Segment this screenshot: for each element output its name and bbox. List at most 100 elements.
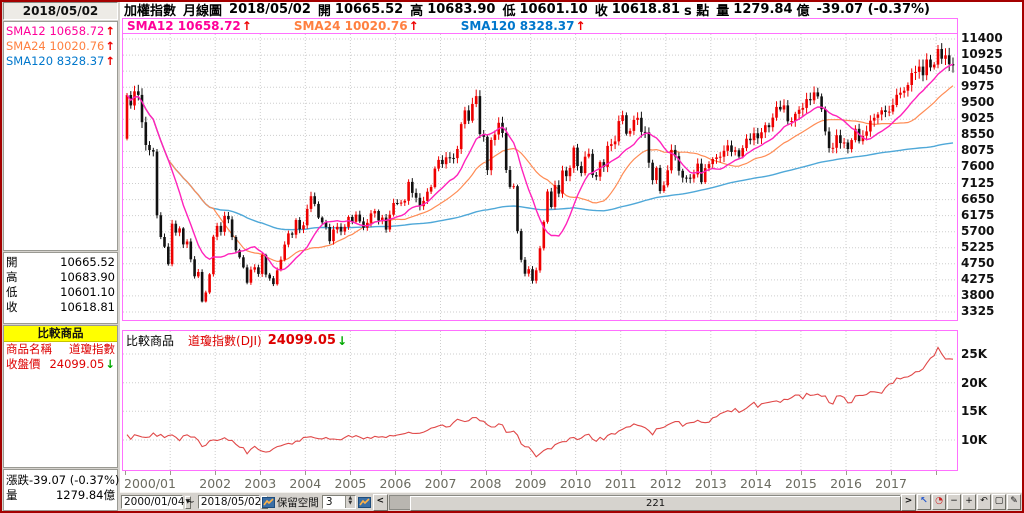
close-value: 10618.81	[60, 300, 115, 314]
clock-tool-button[interactable]: ◔	[932, 494, 946, 510]
status-bar: 2000/01/04 ▼ ~ 2018/05/02 ▼ 保留空間 3 ▲▼ < …	[120, 492, 1022, 511]
scrollbar-track[interactable]: 221	[388, 494, 901, 511]
x-axis-label: 2014	[739, 476, 772, 491]
range-start-dropdown[interactable]: 2000/01/04 ▼	[121, 495, 192, 509]
reserve-space-spinner[interactable]: 3 ▲ ▼	[321, 495, 356, 509]
sma-legend: SMA12 10658.72↑ SMA24 10020.76↑ SMA120 8…	[123, 19, 957, 34]
high-label: 高	[6, 270, 18, 284]
main-y-tick-label: 8550	[961, 127, 995, 141]
scroll-left-button[interactable]: <	[372, 493, 388, 511]
zoom-out-button[interactable]: −	[947, 494, 961, 510]
x-axis-tick	[440, 471, 442, 475]
range-end-dropdown[interactable]: 2018/05/02 ▼	[197, 495, 268, 509]
change-row: 漲跌 -39.07 (-0.37%)	[6, 473, 119, 488]
main-y-tick-label: 6175	[961, 208, 995, 222]
fit-view-button[interactable]: ▢	[992, 494, 1006, 510]
main-y-tick-label: 6650	[961, 192, 995, 206]
open-value: 10665.52	[60, 255, 115, 269]
down-arrow-icon: ↓	[336, 333, 348, 348]
change-label: 漲跌	[6, 473, 29, 487]
comparison-chart-panel[interactable]: 比較商品 道瓊指數(DJI) 24099.05 ↓	[122, 330, 958, 471]
x-axis-tick	[350, 471, 352, 475]
legend-sma12-value: 10658.72	[177, 19, 241, 33]
sma12-value: 10658.72	[49, 24, 105, 38]
spinner-arrows-icon[interactable]: ▲ ▼	[344, 496, 355, 508]
comparison-chart-header: 比較商品 道瓊指數(DJI) 24099.05 ↓	[126, 332, 347, 349]
volume-value: 1279.84億	[55, 488, 115, 502]
volume-row: 量 1279.84億	[6, 488, 115, 503]
comparison-title: 比較商品	[126, 334, 175, 348]
main-y-tick-label: 10450	[961, 63, 1003, 77]
volume-unit: 億	[796, 4, 810, 19]
x-axis-label: 2008	[469, 476, 502, 491]
comparison-name-value: 道瓊指數	[69, 342, 115, 356]
draw-tool-button[interactable]: ✎	[1007, 494, 1021, 510]
chart-shortcut-icon[interactable]	[261, 496, 275, 509]
main-chart-panel[interactable]: SMA12 10658.72↑ SMA24 10020.76↑ SMA120 8…	[122, 18, 958, 321]
main-y-tick-label: 7125	[961, 176, 995, 190]
low-value: 10601.10	[60, 285, 115, 299]
close-label: 收	[594, 4, 608, 19]
low-label: 低	[502, 4, 516, 19]
quote-date: 2018/05/02	[229, 2, 311, 17]
legend-sma24-label: SMA24	[293, 19, 341, 33]
main-y-tick-label: 8075	[961, 143, 995, 157]
range-start-value: 2000/01/04	[124, 496, 185, 508]
down-arrow-icon: ↓	[105, 357, 115, 371]
sidebar-sma-panel: SMA12 10658.72↑ SMA24 10020.76↑ SMA120 8…	[3, 21, 118, 251]
low-value: 10601.10	[519, 2, 588, 17]
x-axis-tick	[800, 471, 802, 475]
sma120-row: SMA120 8328.37↑	[6, 54, 115, 69]
up-arrow-icon: ↑	[105, 54, 115, 68]
comparison-instrument: 道瓊指數(DJI)	[188, 334, 262, 348]
legend-sma120-value: 8328.37	[519, 19, 575, 33]
sidebar-date-box[interactable]: 2018/05/02	[3, 2, 118, 20]
scrollbar-thumb[interactable]: 221	[410, 495, 901, 511]
open-value: 10665.52	[334, 2, 404, 17]
up-arrow-icon: ↑	[408, 19, 419, 33]
pointer-tool-button[interactable]: ↖	[917, 494, 931, 510]
x-axis-tick	[305, 471, 307, 475]
sma120-value: 8328.37	[56, 54, 105, 68]
open-label: 開	[317, 4, 331, 19]
x-axis-tick	[665, 471, 667, 475]
x-axis: 2000/01 2002 2003 2004 2005 2006 2007 2008 2009 2…	[122, 471, 958, 492]
volume-label: 量	[6, 488, 18, 502]
x-axis-label: 2005	[334, 476, 367, 491]
reserve-space-value: 3	[325, 496, 333, 508]
close-label: 收	[6, 300, 18, 314]
comparison-close-label: 收盤價	[6, 357, 41, 371]
candlestick-chart[interactable]	[123, 34, 957, 321]
low-label: 低	[6, 285, 18, 299]
undo-button[interactable]: ↶	[977, 494, 991, 510]
sidebar-change-panel: 漲跌 -39.07 (-0.37%) 量 1279.84億	[3, 469, 119, 511]
comparison-close-value: 24099.05	[49, 357, 105, 371]
comparison-y-tick-label: 10K	[961, 433, 987, 447]
x-axis-tick	[170, 471, 172, 475]
x-axis-tick	[710, 471, 712, 475]
x-axis-label: 2011	[604, 476, 637, 491]
sma12-label: SMA12	[6, 24, 46, 38]
high-value: 10683.90	[427, 2, 496, 17]
period-label: 月線圖	[183, 4, 223, 19]
main-y-tick-label: 3800	[961, 288, 995, 302]
close-row: 收 10618.81	[6, 300, 115, 315]
scroll-right-button[interactable]: >	[901, 493, 916, 511]
comparison-y-tick-label: 20K	[961, 376, 987, 390]
x-axis-tick	[755, 471, 757, 475]
comparison-line-chart[interactable]	[123, 331, 957, 470]
x-axis-label: 2015	[784, 476, 817, 491]
close-suffix: s 點	[684, 4, 710, 19]
x-axis-label: 2002	[199, 476, 232, 491]
main-y-tick-label: 10925	[961, 47, 1003, 61]
legend-sma24-value: 10020.76	[344, 19, 408, 33]
zoom-in-button[interactable]: +	[962, 494, 976, 510]
chart-shortcut-icon[interactable]	[357, 496, 371, 509]
x-axis-label: 2013	[694, 476, 727, 491]
x-axis-tick	[575, 471, 577, 475]
range-end-value: 2018/05/02	[200, 496, 262, 508]
main-y-tick-label: 3325	[961, 304, 995, 318]
comparison-name-label: 商品名稱	[6, 342, 52, 356]
reserve-space-label: 保留空間	[276, 496, 319, 509]
x-axis-tick	[891, 471, 892, 475]
